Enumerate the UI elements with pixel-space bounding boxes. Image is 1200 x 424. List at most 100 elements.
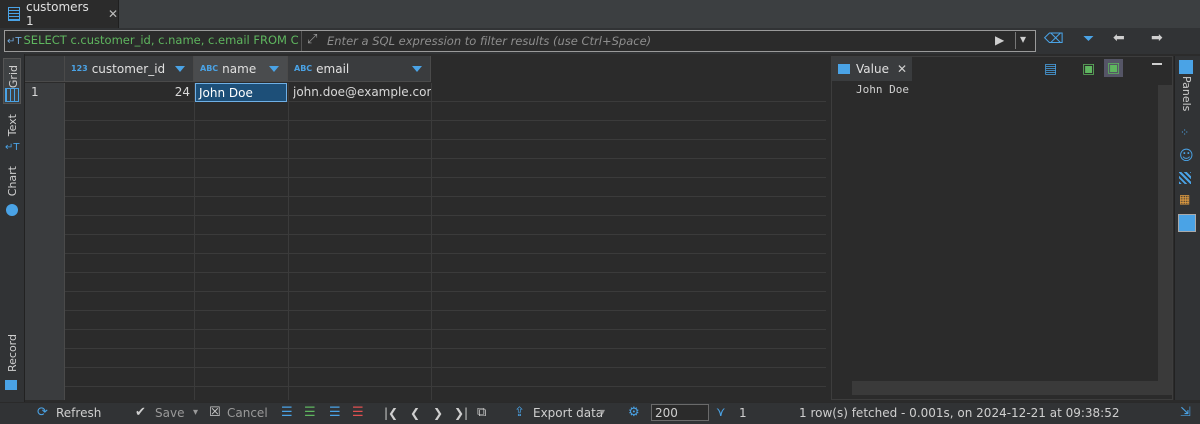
last-page-icon[interactable]: ❯| xyxy=(454,406,468,420)
status-text: 1 row(s) fetched - 0.001s, on 2024-12-21… xyxy=(799,406,1120,420)
text-type-icon: ABC xyxy=(200,64,219,73)
row-number xyxy=(25,102,65,121)
filter-icon[interactable]: ⏷ xyxy=(1083,31,1094,47)
refresh-button[interactable]: Refresh xyxy=(56,406,101,420)
row-number xyxy=(25,140,65,159)
chevron-down-icon[interactable]: ▾ xyxy=(1015,32,1026,49)
tab-customers[interactable]: customers 1 ✕ xyxy=(0,0,119,28)
column-header-name[interactable]: ABC name xyxy=(194,56,288,82)
empty-row xyxy=(25,178,826,197)
cancel-button[interactable]: Cancel xyxy=(227,406,268,420)
grouping-icon[interactable]: ⁘ xyxy=(1180,126,1189,139)
references-icon[interactable] xyxy=(1179,172,1191,184)
filter-box: ↵T SELECT c.customer_id, c.name, c.email … xyxy=(4,30,1036,52)
calculator-icon[interactable]: ▦ xyxy=(1179,192,1190,206)
vertical-scrollbar[interactable] xyxy=(1158,85,1172,381)
row-count: 1 xyxy=(739,406,747,420)
empty-row xyxy=(25,216,826,235)
close-icon[interactable]: ✕ xyxy=(108,7,118,21)
save-as-icon[interactable]: ▣ xyxy=(1104,59,1124,77)
row-number xyxy=(25,235,65,254)
row-number-label: 1 xyxy=(31,85,39,99)
metadata-icon[interactable]: ☺ xyxy=(1179,148,1194,164)
expand-icon[interactable]: ⤢ xyxy=(307,32,317,47)
settings-gear-icon[interactable]: ⚙ xyxy=(628,405,640,420)
text-type-icon: ABC xyxy=(294,64,313,73)
export-icon[interactable]: ⇪ xyxy=(514,405,525,420)
forward-arrow-icon[interactable]: ➡ xyxy=(1151,30,1163,46)
close-icon[interactable]: ✕ xyxy=(897,62,907,76)
cell-customer-id[interactable]: 24 xyxy=(65,83,190,102)
check-icon[interactable]: ✔ xyxy=(135,405,146,420)
row-number xyxy=(25,387,65,400)
edit-row-icon[interactable]: ☰ xyxy=(281,405,293,420)
fetch-size-input[interactable] xyxy=(651,404,709,421)
empty-row xyxy=(25,121,826,140)
column-header-email[interactable]: ABC email xyxy=(288,56,431,82)
empty-row xyxy=(25,349,826,368)
value-content[interactable]: John Doe xyxy=(856,83,909,96)
sql-query-preview[interactable]: ↵T SELECT c.customer_id, c.name, c.email … xyxy=(7,33,299,47)
back-arrow-icon[interactable]: ⬅ xyxy=(1113,30,1125,46)
chevron-down-icon[interactable]: ▾ xyxy=(600,407,605,418)
horizontal-scrollbar[interactable] xyxy=(852,381,1172,395)
column-header-customer-id[interactable]: 123 customer_id xyxy=(65,56,194,82)
table-row[interactable]: 1 24 John Doe john.doe@example.com xyxy=(25,83,826,102)
panels-label[interactable]: Panels xyxy=(1180,76,1193,111)
row-number xyxy=(25,349,65,368)
cancel-icon[interactable]: ☒ xyxy=(209,405,221,420)
tab-record-label: Record xyxy=(6,334,19,373)
filter-input[interactable] xyxy=(327,31,967,51)
panels-icon[interactable] xyxy=(1179,60,1193,74)
row-number xyxy=(25,368,65,387)
empty-row xyxy=(25,273,826,292)
empty-row xyxy=(25,254,826,273)
column-label: customer_id xyxy=(91,61,166,76)
empty-row xyxy=(25,387,826,400)
previous-page-icon[interactable]: ❮ xyxy=(410,406,420,420)
row-number xyxy=(25,178,65,197)
export-data-button[interactable]: Export data xyxy=(533,406,603,420)
delete-row-icon[interactable]: ☰ xyxy=(352,405,364,420)
row-number xyxy=(25,292,65,311)
eraser-icon[interactable]: ⌫ xyxy=(1044,31,1064,47)
value-panel-tab[interactable]: Value ✕ xyxy=(832,57,912,81)
book-icon[interactable]: ▤ xyxy=(1044,61,1057,77)
row-number xyxy=(25,159,65,178)
row-count-icon[interactable]: ⋎ xyxy=(716,405,726,420)
tab-record[interactable]: Record xyxy=(3,334,21,374)
sort-icon[interactable] xyxy=(269,66,279,72)
row-number[interactable]: 1 xyxy=(25,83,65,102)
number-type-icon: 123 xyxy=(71,64,88,73)
add-row-icon[interactable]: ☰ xyxy=(304,405,316,420)
chevron-down-icon[interactable]: ▾ xyxy=(193,407,198,418)
editor-tab-bar: customers 1 ✕ xyxy=(0,0,1200,29)
column-label: email xyxy=(316,61,350,76)
play-icon[interactable]: ▶ xyxy=(995,33,1004,47)
panel-toggle-icon[interactable]: ⇲ xyxy=(1180,405,1191,420)
sort-icon[interactable] xyxy=(175,66,185,72)
fetch-all-icon[interactable]: ⧉ xyxy=(477,405,486,420)
value-panel-icon xyxy=(838,64,850,74)
cell-name[interactable]: John Doe xyxy=(195,83,287,102)
minimize-icon[interactable] xyxy=(1152,63,1162,65)
right-panels-bar: Panels ⁘ ☺ ▦ xyxy=(1174,56,1200,400)
next-page-icon[interactable]: ❯ xyxy=(433,406,443,420)
empty-row xyxy=(25,311,826,330)
table-icon xyxy=(8,7,20,21)
refresh-icon[interactable]: ⟳ xyxy=(37,405,48,420)
sort-icon[interactable] xyxy=(412,66,422,72)
row-number-header xyxy=(25,56,65,82)
tab-chart-label: Chart xyxy=(6,166,19,197)
empty-row xyxy=(25,102,826,121)
grid-icon xyxy=(5,88,19,102)
record-icon xyxy=(5,380,17,390)
copy-row-icon[interactable]: ☰ xyxy=(329,405,341,420)
first-page-icon[interactable]: |❮ xyxy=(384,406,398,420)
save-button[interactable]: Save xyxy=(155,406,184,420)
save-icon[interactable]: ▣ xyxy=(1082,61,1095,77)
value-viewer-icon[interactable] xyxy=(1178,214,1196,232)
row-number xyxy=(25,121,65,140)
cell-email[interactable]: john.doe@example.com xyxy=(293,83,431,102)
sql-icon: ↵T xyxy=(7,36,22,47)
